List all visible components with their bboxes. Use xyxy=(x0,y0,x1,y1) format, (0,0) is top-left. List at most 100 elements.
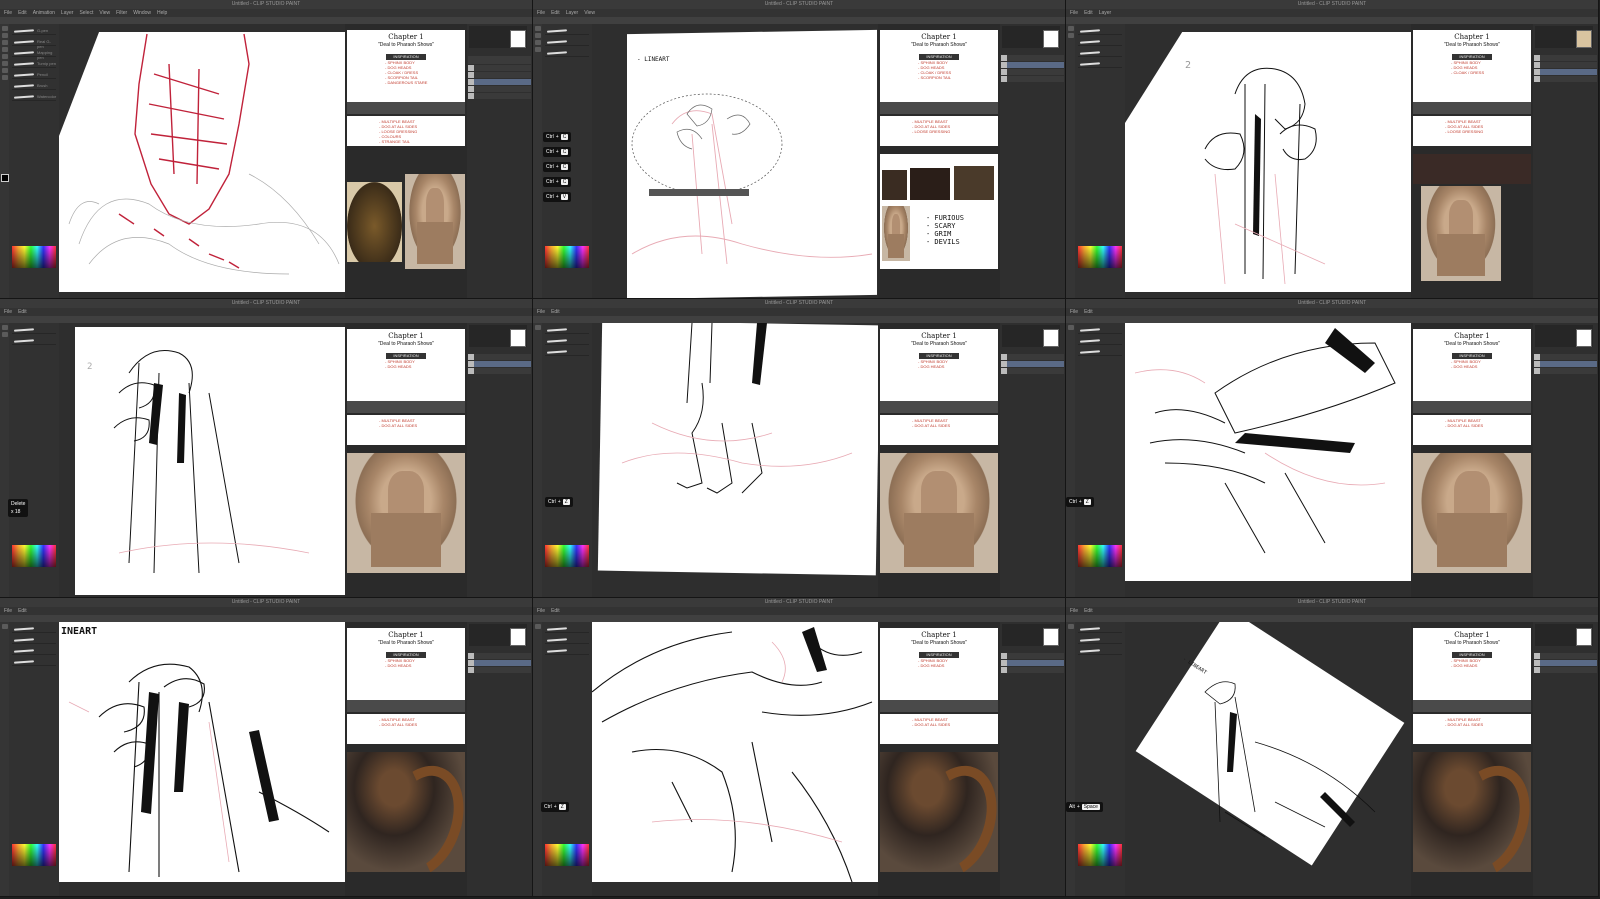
color-wheel-palette[interactable] xyxy=(1078,545,1122,567)
menu-file[interactable]: File xyxy=(1070,9,1078,17)
brush-item[interactable] xyxy=(1078,49,1122,57)
layer-row[interactable] xyxy=(1534,660,1597,666)
menu-layer[interactable]: Layer xyxy=(61,9,74,17)
menu-help[interactable]: Help xyxy=(157,9,167,17)
brush-item[interactable] xyxy=(12,337,56,345)
pen-tool-icon[interactable] xyxy=(1,54,8,59)
brush-item[interactable] xyxy=(1078,60,1122,68)
layer-row[interactable] xyxy=(1534,62,1597,68)
move-tool-icon[interactable] xyxy=(1,40,8,45)
select-tool-icon[interactable] xyxy=(534,33,541,38)
layer-row[interactable] xyxy=(1534,76,1597,82)
menu-edit[interactable]: Edit xyxy=(18,9,27,17)
canvas-area[interactable] xyxy=(592,323,878,597)
text-tool-icon[interactable] xyxy=(1,75,8,80)
color-wheel-palette[interactable] xyxy=(1078,844,1122,866)
layer-row[interactable] xyxy=(1001,667,1064,673)
color-wheel-palette[interactable] xyxy=(1078,246,1122,268)
layer-row[interactable] xyxy=(468,653,531,659)
select-tool-icon[interactable] xyxy=(1,47,8,52)
brush-item[interactable] xyxy=(545,625,589,633)
menu-file[interactable]: File xyxy=(1070,308,1078,316)
layer-row[interactable] xyxy=(1001,69,1064,75)
menu-window[interactable]: Window xyxy=(133,9,151,17)
layer-row[interactable] xyxy=(468,79,531,85)
brush-item[interactable]: Turnip pen xyxy=(12,60,56,68)
canvas-area[interactable] xyxy=(59,24,345,298)
brush-item[interactable] xyxy=(545,326,589,334)
brush-item[interactable] xyxy=(545,636,589,644)
menu-select[interactable]: Select xyxy=(79,9,93,17)
brush-item[interactable] xyxy=(1078,27,1122,35)
brush-item[interactable] xyxy=(545,647,589,655)
hand-tool-icon[interactable] xyxy=(534,26,541,31)
layer-row[interactable] xyxy=(1534,69,1597,75)
menu-edit[interactable]: Edit xyxy=(551,607,560,615)
layer-row[interactable] xyxy=(1534,354,1597,360)
menu-filter[interactable]: Filter xyxy=(116,9,127,17)
brush-item[interactable] xyxy=(12,326,56,334)
menu-layer[interactable]: Layer xyxy=(566,9,579,17)
menu-edit[interactable]: Edit xyxy=(18,607,27,615)
pen-tool-icon[interactable] xyxy=(1067,325,1074,330)
menu-edit[interactable]: Edit xyxy=(1084,9,1093,17)
layer-row[interactable] xyxy=(468,368,531,374)
pen-tool-icon[interactable] xyxy=(534,40,541,45)
menu-edit[interactable]: Edit xyxy=(1084,308,1093,316)
color-wheel-palette[interactable] xyxy=(12,844,56,866)
menu-view[interactable]: View xyxy=(99,9,110,17)
menu-file[interactable]: File xyxy=(4,308,12,316)
layer-row[interactable] xyxy=(1001,55,1064,61)
color-wheel-palette[interactable] xyxy=(545,246,589,268)
brush-item[interactable] xyxy=(12,636,56,644)
eraser-tool-icon[interactable] xyxy=(1,61,8,66)
layer-row[interactable] xyxy=(468,660,531,666)
layer-row[interactable] xyxy=(1001,62,1064,68)
brush-item[interactable] xyxy=(12,647,56,655)
brush-item[interactable] xyxy=(1078,348,1122,356)
eraser-tool-icon[interactable] xyxy=(1067,33,1074,38)
pen-tool-icon[interactable] xyxy=(1067,624,1074,629)
canvas-area[interactable] xyxy=(592,622,878,896)
eraser-tool-icon[interactable] xyxy=(534,47,541,52)
pen-tool-icon[interactable] xyxy=(1067,26,1074,31)
pen-tool-icon[interactable] xyxy=(1,325,8,330)
menu-file[interactable]: File xyxy=(537,607,545,615)
layer-row[interactable] xyxy=(1534,368,1597,374)
menu-edit[interactable]: Edit xyxy=(1084,607,1093,615)
menu-file[interactable]: File xyxy=(4,607,12,615)
menu-edit[interactable]: Edit xyxy=(18,308,27,316)
layer-row[interactable] xyxy=(468,65,531,71)
canvas-area[interactable] xyxy=(1125,323,1411,597)
menu-file[interactable]: File xyxy=(4,9,12,17)
canvas-area[interactable]: INEART xyxy=(59,622,345,896)
brush-item[interactable] xyxy=(1078,625,1122,633)
brush-item[interactable] xyxy=(12,658,56,666)
brush-item[interactable] xyxy=(1078,636,1122,644)
layer-row[interactable] xyxy=(468,354,531,360)
color-wheel-palette[interactable] xyxy=(12,545,56,567)
menu-file[interactable]: File xyxy=(537,9,545,17)
menu-animation[interactable]: Animation xyxy=(33,9,55,17)
layer-row[interactable] xyxy=(1534,653,1597,659)
layer-row[interactable] xyxy=(1534,55,1597,61)
pen-tool-icon[interactable] xyxy=(1,624,8,629)
layer-row[interactable] xyxy=(468,86,531,92)
layer-row[interactable] xyxy=(468,667,531,673)
layer-row[interactable] xyxy=(1001,368,1064,374)
zoom-tool-icon[interactable] xyxy=(1,33,8,38)
brush-item[interactable] xyxy=(1078,38,1122,46)
menu-file[interactable]: File xyxy=(1070,607,1078,615)
color-wheel-palette[interactable] xyxy=(545,545,589,567)
layer-row[interactable] xyxy=(1534,361,1597,367)
layer-row[interactable] xyxy=(1001,354,1064,360)
color-wheel-palette[interactable] xyxy=(545,844,589,866)
brush-item[interactable] xyxy=(12,625,56,633)
brush-item[interactable] xyxy=(545,49,589,57)
pen-tool-icon[interactable] xyxy=(534,325,541,330)
layer-row[interactable] xyxy=(1534,667,1597,673)
layer-row[interactable] xyxy=(1001,76,1064,82)
hand-tool-icon[interactable] xyxy=(1,26,8,31)
layer-row[interactable] xyxy=(1001,653,1064,659)
layer-row[interactable] xyxy=(468,93,531,99)
